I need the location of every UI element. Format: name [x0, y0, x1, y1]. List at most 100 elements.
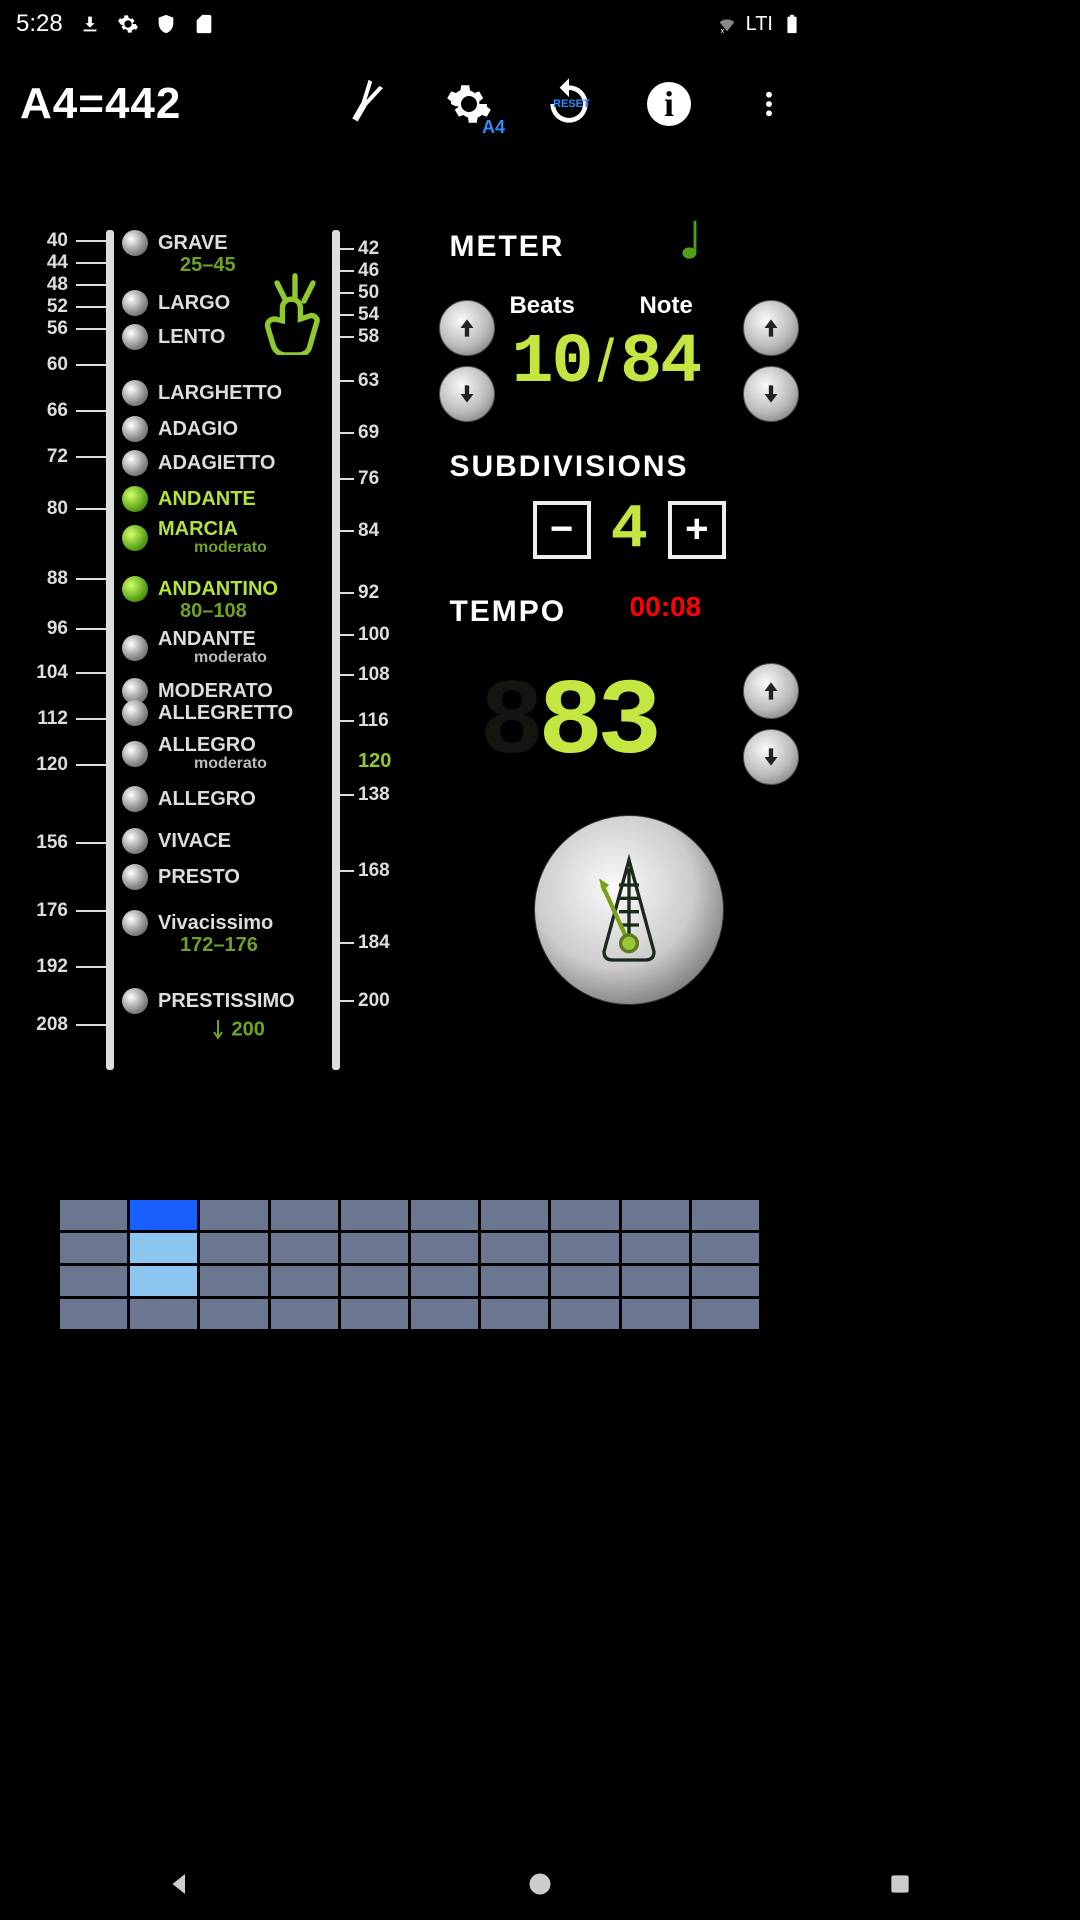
- tempo-section: TEMPO 00:08 883: [449, 595, 809, 785]
- beats-up-button[interactable]: [439, 300, 495, 356]
- info-button[interactable]: i: [639, 74, 699, 134]
- beat-cell[interactable]: [411, 1200, 478, 1230]
- subdiv-plus-button[interactable]: +: [668, 501, 726, 559]
- beat-cell[interactable]: [341, 1299, 408, 1329]
- tempo-marking[interactable]: ADAGIO: [122, 416, 238, 442]
- beat-cell[interactable]: [341, 1233, 408, 1263]
- subdiv-value: 4: [611, 494, 648, 565]
- beat-cell[interactable]: [271, 1266, 338, 1296]
- tempo-marking[interactable]: ANDANTE: [122, 486, 256, 512]
- beat-cell[interactable]: [271, 1233, 338, 1263]
- tuning-fork-button[interactable]: [339, 74, 399, 134]
- beat-cell[interactable]: [551, 1200, 618, 1230]
- right-tick: 100: [358, 624, 390, 646]
- left-tick: 66: [20, 400, 68, 422]
- left-tick: 104: [20, 662, 68, 684]
- beat-cell[interactable]: [622, 1200, 689, 1230]
- tempo-marking[interactable]: ANDANTEmoderato: [122, 628, 267, 667]
- beat-cell[interactable]: [692, 1266, 759, 1296]
- beat-cell[interactable]: [341, 1200, 408, 1230]
- beat-cell[interactable]: [130, 1266, 197, 1296]
- beat-cell[interactable]: [481, 1266, 548, 1296]
- beat-cell[interactable]: [341, 1266, 408, 1296]
- beat-cell[interactable]: [200, 1299, 267, 1329]
- tempo-marking[interactable]: GRAVE: [122, 230, 228, 256]
- beat-cell[interactable]: [130, 1299, 197, 1329]
- right-tick: 58: [358, 326, 379, 348]
- meter-section: METER Beats Note 10 / 84: [449, 240, 809, 400]
- beats-down-button[interactable]: [439, 366, 495, 422]
- beat-cell[interactable]: [692, 1233, 759, 1263]
- beat-cell[interactable]: [481, 1200, 548, 1230]
- tempo-marking[interactable]: ADAGIETTO: [122, 450, 275, 476]
- status-bar: 5:28 x LTI: [0, 0, 819, 48]
- tempo-marking[interactable]: LENTO: [122, 324, 225, 350]
- tempo-marking[interactable]: ALLEGROmoderato: [122, 734, 267, 773]
- tempo-marking[interactable]: MARCIAmoderato: [122, 518, 267, 557]
- beat-cell[interactable]: [130, 1200, 197, 1230]
- subdivisions-title: SUBDIVISIONS: [449, 450, 809, 484]
- beat-cell[interactable]: [622, 1233, 689, 1263]
- tempo-dot-icon: [122, 380, 148, 406]
- tempo-marking[interactable]: VIVACE: [122, 828, 231, 854]
- beat-cell[interactable]: [271, 1299, 338, 1329]
- battery-icon: [781, 13, 803, 35]
- left-tick: 88: [20, 568, 68, 590]
- left-tick: 96: [20, 618, 68, 640]
- beats-label: Beats: [509, 292, 574, 320]
- beat-cell[interactable]: [60, 1200, 127, 1230]
- tempo-dot-icon: [122, 290, 148, 316]
- beat-cell[interactable]: [411, 1233, 478, 1263]
- metronome-play-button[interactable]: [534, 815, 724, 1005]
- tempo-marking[interactable]: ALLEGRO: [122, 786, 256, 812]
- left-tick: 52: [20, 296, 68, 318]
- beat-cell[interactable]: [622, 1299, 689, 1329]
- beat-cell[interactable]: [130, 1233, 197, 1263]
- subdivisions-section: SUBDIVISIONS − 4 +: [449, 450, 809, 565]
- overflow-menu-button[interactable]: [739, 74, 799, 134]
- left-tick: 40: [20, 230, 68, 252]
- gear-icon: [117, 13, 139, 35]
- tempo-marking[interactable]: ALLEGRETTO: [122, 700, 293, 726]
- beat-cell[interactable]: [60, 1299, 127, 1329]
- note-down-button[interactable]: [743, 366, 799, 422]
- tempo-marking[interactable]: Vivacissimo: [122, 910, 273, 936]
- beat-cell[interactable]: [692, 1299, 759, 1329]
- tempo-up-button[interactable]: [743, 663, 799, 719]
- nav-back-button[interactable]: [160, 1864, 200, 1904]
- right-tick: 84: [358, 520, 379, 542]
- beat-cell[interactable]: [200, 1200, 267, 1230]
- beat-cell[interactable]: [200, 1233, 267, 1263]
- nav-home-button[interactable]: [520, 1864, 560, 1904]
- beat-cell[interactable]: [481, 1299, 548, 1329]
- beat-cell[interactable]: [551, 1299, 618, 1329]
- settings-a4-button[interactable]: A4: [439, 74, 499, 134]
- tempo-ghost-digit: 8: [479, 663, 538, 785]
- tempo-dot-icon: [122, 230, 148, 256]
- beat-cell[interactable]: [622, 1266, 689, 1296]
- beat-cell[interactable]: [60, 1233, 127, 1263]
- tempo-marking[interactable]: PRESTISSIMO: [122, 988, 295, 1014]
- beat-cell[interactable]: [411, 1266, 478, 1296]
- beat-cell[interactable]: [551, 1233, 618, 1263]
- beat-cell[interactable]: [200, 1266, 267, 1296]
- note-up-button[interactable]: [743, 300, 799, 356]
- beat-cell[interactable]: [692, 1200, 759, 1230]
- beat-cell[interactable]: [411, 1299, 478, 1329]
- subdiv-minus-button[interactable]: −: [533, 501, 591, 559]
- tempo-marking[interactable]: PRESTO: [122, 864, 240, 890]
- shield-icon: [155, 13, 177, 35]
- tempo-scale[interactable]: 120 404448525660667280889610411212015617…: [0, 160, 419, 1160]
- beat-cell[interactable]: [60, 1266, 127, 1296]
- beat-cell[interactable]: [481, 1233, 548, 1263]
- nav-recents-button[interactable]: [880, 1864, 920, 1904]
- app-bar: A4=442 A4 RESET i: [0, 48, 819, 160]
- tempo-marking[interactable]: LARGHETTO: [122, 380, 282, 406]
- reset-button[interactable]: RESET: [539, 74, 599, 134]
- note-value: 84: [620, 324, 700, 403]
- beat-cell[interactable]: [551, 1266, 618, 1296]
- tempo-marking[interactable]: LARGO: [122, 290, 230, 316]
- tempo-marking[interactable]: ANDANTINO: [122, 576, 278, 602]
- tempo-down-button[interactable]: [743, 729, 799, 785]
- beat-cell[interactable]: [271, 1200, 338, 1230]
